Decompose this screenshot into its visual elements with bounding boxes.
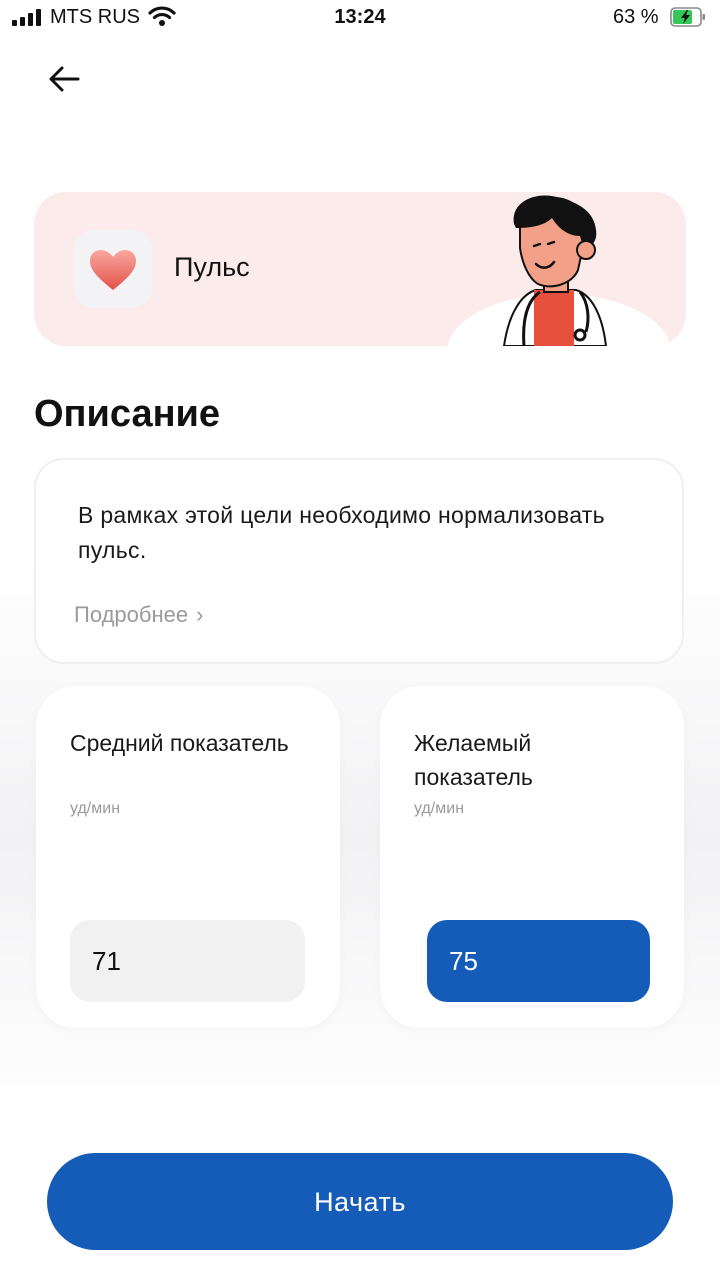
description-heading: Описание [34,393,221,435]
metric-label: Средний показатель [70,730,289,756]
metric-unit: уд/мин [414,800,465,817]
target-value-field[interactable]: 75 [427,920,650,1002]
metric-unit: уд/мин [70,800,121,817]
target-metric-card: Желаемый показатель уд/мин 75 [380,686,684,1028]
heart-tile [74,230,152,308]
battery-charging-icon [670,7,705,27]
more-link[interactable]: Подробнее › [74,602,203,628]
average-metric-card: Средний показатель уд/мин 71 [36,686,340,1028]
average-value-field: 71 [70,920,305,1002]
description-card: В рамках этой цели необходимо нормализов… [34,458,684,664]
start-button[interactable]: Начать [47,1153,673,1250]
goal-hero-card: Пульс [34,192,686,346]
clock: 13:24 [334,6,386,28]
status-bar: MTS RUS 13:24 63 % [0,0,720,36]
chevron-right-icon: › [196,602,204,627]
arrow-left-icon[interactable] [44,60,84,100]
battery-percent: 63 % [613,6,659,28]
metric-label: Желаемый показатель [414,730,533,790]
goal-title: Пульс [174,252,250,282]
more-link-label: Подробнее [74,602,189,627]
description-text: В рамках этой цели необходимо нормализов… [78,502,605,563]
doctor-illustration [447,195,671,346]
heart-icon [90,250,136,290]
